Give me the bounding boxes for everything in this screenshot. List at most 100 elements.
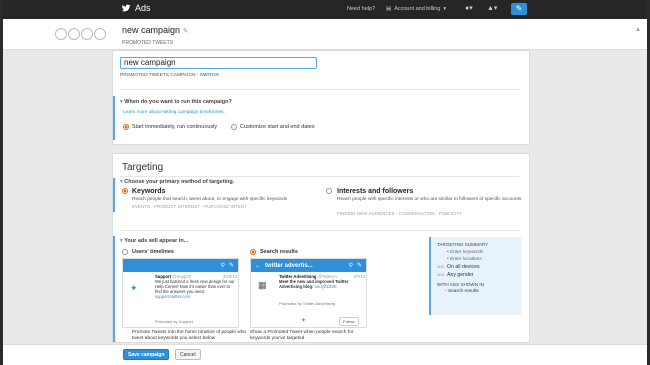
keywords-tags: EVENTS · PRODUCT INTEREST · PURCHASE INT… bbox=[132, 204, 247, 209]
summary-gender: AND Any gender bbox=[437, 272, 474, 278]
interests-tags: FINDING NEW AUDIENCES · CONVERSATION · P… bbox=[337, 211, 463, 216]
interests-title: Interests and followers bbox=[337, 188, 414, 195]
back-arrow-icon: ← bbox=[255, 262, 261, 269]
step-circle bbox=[94, 28, 106, 40]
search-results-desc: Show a Promoted Tweet when people search… bbox=[250, 330, 354, 341]
preview-tweet: Twitter Advertising @TwitterA... 4/7/13 … bbox=[279, 274, 365, 289]
action-footer: Save campaign Cancel bbox=[3, 344, 647, 365]
summary-title: TARGETING SUMMARY bbox=[437, 242, 489, 247]
search-preview: ← twitter advertis... ⚲ ✎ ▦ Twitter Adve… bbox=[250, 258, 367, 328]
search-icon: ⚲ bbox=[348, 263, 353, 269]
campaign-header: new campaign ✎ PROMOTED TWEETS ▲ bbox=[3, 19, 647, 50]
summary-keywords[interactable]: • Enter keywords bbox=[447, 250, 515, 255]
placement-question: ▾ Your ads will appear in... bbox=[120, 238, 188, 244]
left-gutter bbox=[0, 0, 3, 365]
step-circle bbox=[55, 28, 67, 40]
search-icon: ⚲ bbox=[220, 263, 225, 269]
campaign-title-text: new campaign bbox=[122, 25, 181, 35]
targeting-panel: Targeting ▾ Choose your primary method o… bbox=[112, 153, 530, 343]
pencil-icon[interactable]: ✎ bbox=[183, 28, 189, 35]
timelines-label: Users' timelines bbox=[132, 249, 174, 255]
brand-label: Ads bbox=[135, 3, 151, 13]
chevron-down-icon: ▾ bbox=[443, 6, 447, 12]
twitter-bird-icon: ✦ bbox=[130, 283, 138, 293]
section-indicator bbox=[113, 96, 115, 140]
campaign-type-text: PROMOTED TWEETS CAMPAIGN - bbox=[120, 73, 199, 78]
step-circle bbox=[81, 28, 93, 40]
promoted-label: Promoted by Support bbox=[155, 319, 193, 324]
checkbox-search-results[interactable] bbox=[250, 249, 256, 255]
radio-custom-dates[interactable]: Customize start and end dates bbox=[231, 124, 315, 130]
radio-label: Start immediately, run continuously bbox=[132, 124, 218, 130]
campaign-name-input[interactable]: new campaign bbox=[120, 57, 317, 69]
twitter-bird-icon bbox=[121, 4, 131, 12]
ads-brand[interactable]: Ads bbox=[121, 3, 151, 13]
radio-empty-icon bbox=[122, 249, 128, 255]
tweet-link: ow.ly/fZZZK bbox=[314, 284, 337, 289]
section-indicator bbox=[113, 178, 115, 212]
tweet-date: 4/7/13 bbox=[353, 274, 365, 279]
radio-selected-icon bbox=[122, 188, 128, 194]
collapse-icon[interactable]: ▲ bbox=[635, 27, 641, 33]
divider bbox=[120, 89, 519, 90]
timelines-desc: Promote Tweets into the home timeline of… bbox=[132, 330, 247, 341]
timeline-preview: ⚲ ✎ ✦ Support @Support 4/20/13 We just h… bbox=[122, 258, 239, 328]
radio-keywords[interactable] bbox=[122, 188, 128, 194]
targeting-question-text: Choose your primary method of targeting. bbox=[124, 179, 235, 185]
summary-locations[interactable]: • Enter locations bbox=[447, 257, 515, 262]
follow-button: Follow bbox=[339, 317, 359, 326]
switch-link[interactable]: SWITCH bbox=[200, 73, 219, 78]
campaign-title: new campaign ✎ bbox=[122, 25, 188, 35]
compose-icon: ✎ bbox=[356, 263, 362, 269]
placement-question-text: Your ads will appear in... bbox=[124, 238, 189, 244]
radio-selected-icon bbox=[250, 249, 256, 255]
account-billing-label: Account and billing bbox=[394, 6, 441, 12]
bank-icon: ▤ bbox=[386, 6, 392, 12]
help-link[interactable]: Need help? bbox=[347, 6, 375, 12]
bell-icon[interactable]: ▲▾ bbox=[487, 4, 497, 12]
divider bbox=[120, 176, 519, 177]
phone-bar: ⚲ ✎ bbox=[123, 259, 238, 272]
radio-label: Customize start and end dates bbox=[240, 124, 315, 130]
radio-start-immediately[interactable]: Start immediately, run continuously bbox=[123, 124, 217, 130]
interests-desc: Reach people with specific interests or … bbox=[337, 197, 522, 202]
divider bbox=[120, 230, 519, 231]
summary-devices: AND On all devices bbox=[437, 264, 480, 270]
compose-icon[interactable]: ✎ bbox=[511, 3, 527, 15]
radio-empty-icon bbox=[326, 188, 332, 194]
triangle-icon: ▾ bbox=[120, 179, 123, 185]
tweet-link: support.twitter.com bbox=[155, 294, 191, 299]
campaign-type: PROMOTED TWEETS bbox=[122, 40, 174, 46]
user-icon[interactable]: ●▾ bbox=[465, 4, 473, 12]
learn-more-link[interactable]: Learn more about setting campaign timefr… bbox=[123, 110, 225, 115]
campaign-details-panel: new campaign PROMOTED TWEETS CAMPAIGN - … bbox=[112, 50, 530, 145]
schedule-question-text: When do you want to run this campaign? bbox=[124, 99, 232, 105]
top-nav-bar: Ads Need help? ▤ Account and billing ▾ ●… bbox=[3, 0, 647, 19]
targeting-summary: TARGETING SUMMARY • Enter keywords • Ent… bbox=[429, 237, 521, 315]
summary-placement: - Search results bbox=[445, 289, 479, 294]
section-indicator bbox=[113, 236, 115, 342]
compose-icon: ✎ bbox=[228, 263, 234, 269]
radio-interests[interactable] bbox=[326, 188, 332, 194]
campaign-type-line: PROMOTED TWEETS CAMPAIGN - SWITCH bbox=[120, 73, 219, 78]
schedule-question: ▾ When do you want to run this campaign? bbox=[120, 99, 232, 105]
cancel-button[interactable]: Cancel bbox=[175, 349, 201, 360]
keywords-desc: Reach people that search, tweet about, o… bbox=[132, 197, 288, 202]
search-bar-title: twitter advertis... bbox=[265, 262, 313, 269]
radio-empty-icon bbox=[231, 124, 237, 130]
summary-ads-shown: WITH ADS SHOWN IN bbox=[437, 282, 484, 287]
twitter-bird-icon: ✦ bbox=[301, 318, 307, 324]
search-results-label: Search results bbox=[260, 249, 298, 255]
triangle-icon: ▾ bbox=[120, 99, 123, 105]
targeting-question: ▾ Choose your primary method of targetin… bbox=[120, 179, 234, 185]
progress-steps bbox=[55, 28, 106, 40]
targeting-heading: Targeting bbox=[122, 162, 164, 173]
preview-tweet: Support @Support 4/20/13 We just hatched… bbox=[155, 274, 237, 299]
save-campaign-button[interactable]: Save campaign bbox=[123, 349, 170, 360]
phone-bar: ← twitter advertis... ⚲ ✎ bbox=[251, 259, 366, 272]
step-circle bbox=[68, 28, 80, 40]
account-billing-menu[interactable]: ▤ Account and billing ▾ bbox=[386, 6, 446, 12]
tweet-text: We just hatched a fresh new design for o… bbox=[155, 279, 235, 294]
triangle-icon: ▾ bbox=[120, 238, 123, 244]
checkbox-timelines[interactable] bbox=[122, 249, 128, 255]
